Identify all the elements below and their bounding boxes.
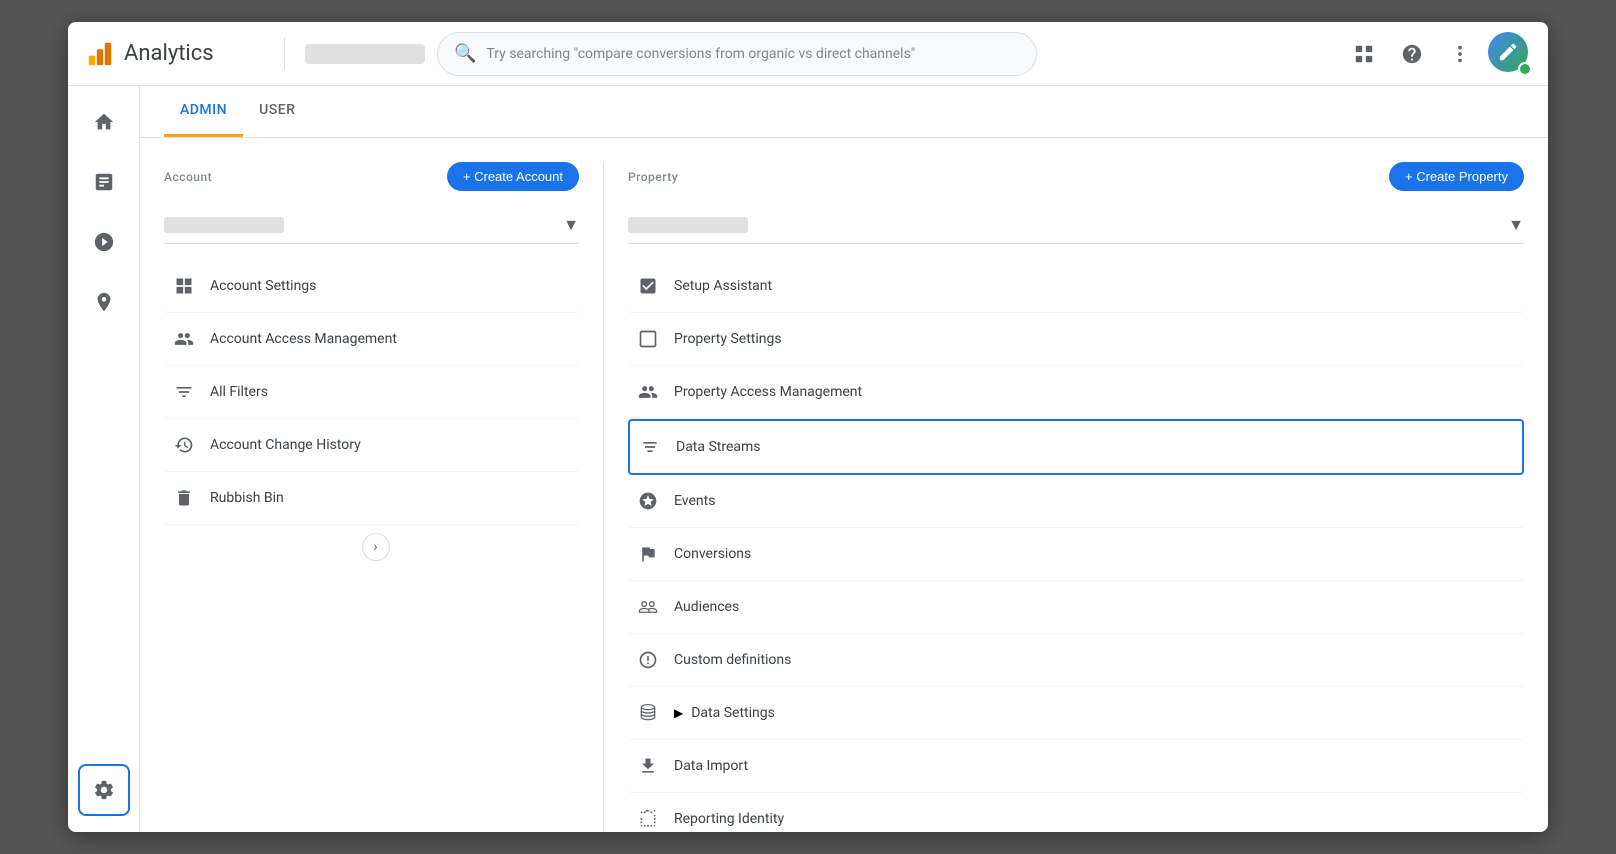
account-dropdown-arrow: ▼ <box>563 215 579 235</box>
property-column: Property + Create Property ▼ <box>604 162 1524 832</box>
sidebar <box>68 86 140 832</box>
all-filters-icon <box>172 380 196 404</box>
account-history-icon <box>172 433 196 457</box>
property-settings-icon <box>636 327 660 351</box>
property-access-icon <box>636 380 660 404</box>
more-options-button[interactable] <box>1440 34 1480 74</box>
menu-item-property-access-management[interactable]: Property Access Management <box>628 366 1524 419</box>
content-area: ADMIN USER Account + Create Account ▼ <box>140 86 1548 832</box>
reporting-identity-icon <box>636 807 660 831</box>
conversions-icon <box>636 542 660 566</box>
conversions-label: Conversions <box>674 546 751 562</box>
sidebar-bottom <box>78 764 130 816</box>
menu-item-events[interactable]: Events <box>628 475 1524 528</box>
all-filters-label: All Filters <box>210 384 268 400</box>
search-bar[interactable]: 🔍 Try searching "compare conversions fro… <box>437 32 1037 76</box>
account-scroll-button[interactable]: › <box>362 533 390 561</box>
menu-item-setup-assistant[interactable]: Setup Assistant <box>628 260 1524 313</box>
account-history-label: Account Change History <box>210 437 361 453</box>
menu-item-custom-definitions[interactable]: Custom definitions <box>628 634 1524 687</box>
custom-definitions-icon <box>636 648 660 672</box>
menu-item-data-settings[interactable]: ▶ Data Settings <box>628 687 1524 740</box>
audiences-icon <box>636 595 660 619</box>
account-name-display <box>305 44 425 64</box>
property-dropdown-arrow: ▼ <box>1508 215 1524 235</box>
menu-item-account-access-management[interactable]: Account Access Management <box>164 313 579 366</box>
sidebar-item-reports[interactable] <box>76 154 132 210</box>
property-settings-label: Property Settings <box>674 331 782 347</box>
tabs-bar: ADMIN USER <box>140 86 1548 138</box>
tab-user[interactable]: USER <box>243 86 311 137</box>
property-col-label: Property <box>628 170 678 184</box>
data-settings-label: Data Settings <box>691 705 775 721</box>
create-property-button[interactable]: + Create Property <box>1389 162 1524 191</box>
menu-item-conversions[interactable]: Conversions <box>628 528 1524 581</box>
top-bar-actions <box>1344 32 1532 76</box>
browser-window: Analytics 🔍 Try searching "compare conve… <box>68 22 1548 832</box>
sidebar-item-admin[interactable] <box>78 764 130 816</box>
account-col-header: Account + Create Account <box>164 162 579 191</box>
setup-assistant-label: Setup Assistant <box>674 278 772 294</box>
account-settings-icon <box>172 274 196 298</box>
menu-item-audiences[interactable]: Audiences <box>628 581 1524 634</box>
reporting-identity-label: Reporting Identity <box>674 811 784 827</box>
property-dropdown[interactable]: ▼ <box>628 207 1524 244</box>
sidebar-item-explore[interactable] <box>76 214 132 270</box>
menu-item-reporting-identity[interactable]: Reporting Identity <box>628 793 1524 832</box>
rubbish-bin-label: Rubbish Bin <box>210 490 284 506</box>
account-access-label: Account Access Management <box>210 331 397 347</box>
data-streams-label: Data Streams <box>676 439 761 455</box>
data-settings-icon <box>636 701 660 725</box>
data-import-label: Data Import <box>674 758 748 774</box>
events-label: Events <box>674 493 715 509</box>
property-col-header: Property + Create Property <box>628 162 1524 191</box>
menu-item-all-filters[interactable]: All Filters <box>164 366 579 419</box>
admin-content: Account + Create Account ▼ Account Setti… <box>140 138 1548 832</box>
menu-item-property-settings[interactable]: Property Settings <box>628 313 1524 366</box>
data-settings-expand-arrow: ▶ <box>674 706 683 720</box>
menu-item-data-import[interactable]: Data Import <box>628 740 1524 793</box>
app-title: Analytics <box>124 41 214 66</box>
audiences-label: Audiences <box>674 599 739 615</box>
header-divider <box>284 38 285 70</box>
account-column: Account + Create Account ▼ Account Setti… <box>164 162 604 832</box>
search-placeholder: Try searching "compare conversions from … <box>486 46 915 62</box>
events-icon <box>636 489 660 513</box>
account-dropdown[interactable]: ▼ <box>164 207 579 244</box>
rubbish-bin-icon <box>172 486 196 510</box>
tab-admin[interactable]: ADMIN <box>164 86 243 137</box>
property-access-label: Property Access Management <box>674 384 862 400</box>
logo-area: Analytics <box>84 38 264 70</box>
account-col-label: Account <box>164 170 212 184</box>
account-settings-label: Account Settings <box>210 278 316 294</box>
avatar-online-status <box>1518 62 1532 76</box>
create-account-button[interactable]: + Create Account <box>447 162 579 191</box>
custom-definitions-label: Custom definitions <box>674 652 791 668</box>
analytics-logo-icon <box>84 38 116 70</box>
menu-item-account-settings[interactable]: Account Settings <box>164 260 579 313</box>
help-button[interactable] <box>1392 34 1432 74</box>
setup-assistant-icon <box>636 274 660 298</box>
apps-button[interactable] <box>1344 34 1384 74</box>
menu-item-rubbish-bin[interactable]: Rubbish Bin <box>164 472 579 525</box>
account-access-icon <box>172 327 196 351</box>
search-icon: 🔍 <box>454 43 476 64</box>
account-dropdown-name <box>164 217 284 233</box>
property-col-header-right: + Create Property <box>1389 162 1524 191</box>
sidebar-item-home[interactable] <box>76 94 132 150</box>
sidebar-item-advertising[interactable] <box>76 274 132 330</box>
menu-item-data-streams[interactable]: Data Streams <box>628 419 1524 475</box>
top-bar: Analytics 🔍 Try searching "compare conve… <box>68 22 1548 86</box>
user-avatar-container[interactable] <box>1488 32 1532 76</box>
main-layout: ADMIN USER Account + Create Account ▼ <box>68 86 1548 832</box>
property-dropdown-name <box>628 217 748 233</box>
data-import-icon <box>636 754 660 778</box>
menu-item-account-change-history[interactable]: Account Change History <box>164 419 579 472</box>
data-streams-icon <box>638 435 662 459</box>
